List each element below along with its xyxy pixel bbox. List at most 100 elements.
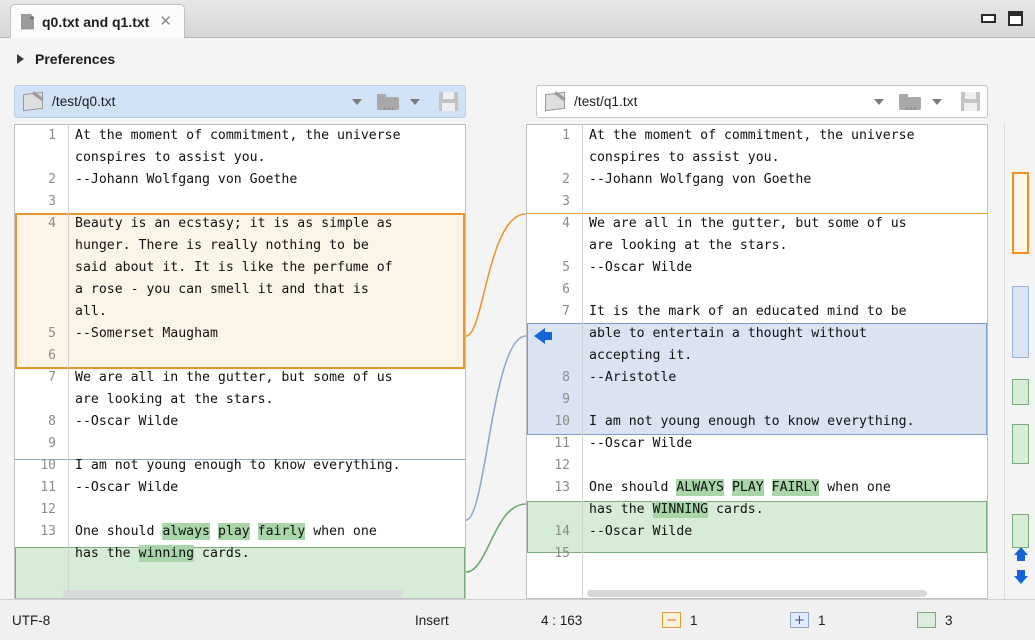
code-line[interactable]: 2 --Johann Wolfgang von Goethe — [527, 169, 987, 191]
chevron-down-icon[interactable] — [352, 98, 362, 105]
code-line[interactable]: 15 — [527, 543, 987, 565]
folder-icon[interactable]: ••• — [377, 93, 399, 114]
code-line[interactable]: are looking at the stars. — [15, 389, 465, 411]
code-line[interactable]: 12 — [15, 499, 465, 521]
overview-marker-green[interactable] — [1012, 514, 1029, 548]
right-horizontal-scrollbar[interactable] — [587, 590, 927, 597]
chevron-down-icon[interactable] — [932, 98, 942, 105]
chevron-right-icon[interactable] — [17, 53, 24, 64]
left-path-bar[interactable]: /test/q0.txt ••• — [14, 85, 466, 118]
overview-ruler[interactable] — [1004, 124, 1035, 599]
code-line[interactable]: 6 — [527, 279, 987, 301]
line-text: At the moment of commitment, the univers… — [589, 128, 915, 143]
code-line[interactable]: 11 --Oscar Wilde — [15, 477, 465, 499]
code-line[interactable]: conspires to assist you. — [527, 147, 987, 169]
code-line[interactable]: 1 At the moment of commitment, the univer… — [527, 125, 987, 147]
overview-marker-blue[interactable] — [1012, 286, 1029, 358]
line-number: 3 — [562, 194, 570, 209]
line-text: --Aristotle — [589, 370, 677, 385]
code-line[interactable]: 5 --Oscar Wilde — [527, 257, 987, 279]
compare-editor-window: q0.txt and q1.txt ✕ Preferences /test/q0… — [0, 0, 1035, 640]
code-line[interactable]: 13 One should ALWAYS PLAY FAIRLY when one — [527, 477, 987, 499]
code-line[interactable]: 3 — [527, 191, 987, 213]
arrow-up-icon[interactable] — [1014, 547, 1028, 561]
right-code-area[interactable]: 1 At the moment of commitment, the univer… — [527, 125, 987, 565]
left-code-area[interactable]: 1 At the moment of commitment, the univer… — [15, 125, 465, 565]
code-line[interactable]: are looking at the stars. — [527, 235, 987, 257]
modified-count: 3 — [945, 612, 953, 628]
save-icon[interactable] — [961, 92, 980, 111]
diff-count-changed[interactable]: − 1 — [662, 612, 698, 628]
code-line[interactable]: hunger. There is really nothing to be — [15, 235, 465, 257]
code-line[interactable]: 7 It is the mark of an educated mind to b… — [527, 301, 987, 323]
code-line[interactable]: 7 We are all in the gutter, but some of u… — [15, 367, 465, 389]
connector-blue — [465, 335, 527, 521]
chevron-down-icon[interactable] — [410, 98, 420, 105]
preferences-label: Preferences — [35, 50, 116, 67]
code-line[interactable]: 11 --Oscar Wilde — [527, 433, 987, 455]
diff-count-modified[interactable]: 3 — [917, 612, 953, 628]
status-badge-changed: − — [662, 612, 681, 628]
code-line[interactable]: 9 — [15, 433, 465, 455]
code-line[interactable]: has the winning cards. — [15, 543, 465, 565]
code-line[interactable]: 8 --Aristotle — [527, 367, 987, 389]
code-line[interactable]: said about it. It is like the perfume of — [15, 257, 465, 279]
close-icon[interactable]: ✕ — [157, 14, 174, 29]
code-line[interactable]: 9 — [527, 389, 987, 411]
word-diff-highlight: always — [162, 523, 210, 540]
overview-marker-green[interactable] — [1012, 379, 1029, 405]
arrow-down-icon[interactable] — [1014, 570, 1028, 584]
code-line[interactable]: 13 One should always play fairly when one — [15, 521, 465, 543]
minimize-icon[interactable] — [981, 14, 996, 23]
encoding-label: UTF-8 — [12, 612, 51, 628]
plus-icon: + — [794, 612, 805, 628]
line-text: hunger. There is really nothing to be — [75, 238, 369, 253]
left-editor[interactable]: 1 At the moment of commitment, the univer… — [14, 124, 466, 599]
arrow-left-icon[interactable] — [534, 328, 552, 344]
minus-icon: − — [666, 612, 677, 628]
code-line[interactable]: 1 At the moment of commitment, the univer… — [15, 125, 465, 147]
code-line[interactable]: 8 --Oscar Wilde — [15, 411, 465, 433]
chevron-down-icon[interactable] — [874, 98, 884, 105]
code-line[interactable]: 12 — [527, 455, 987, 477]
code-line[interactable]: 3 — [15, 191, 465, 213]
code-line[interactable]: 2 --Johann Wolfgang von Goethe — [15, 169, 465, 191]
code-line[interactable]: 14 --Oscar Wilde — [527, 521, 987, 543]
line-number: 5 — [562, 260, 570, 275]
code-line[interactable]: able to entertain a thought without — [527, 323, 987, 345]
title-bar: q0.txt and q1.txt ✕ — [0, 0, 1035, 38]
code-line[interactable]: conspires to assist you. — [15, 147, 465, 169]
line-text: At the moment of commitment, the univers… — [75, 128, 401, 143]
line-number: 8 — [48, 414, 56, 429]
code-line[interactable]: 4 Beauty is an ecstasy; it is as simple a… — [15, 213, 465, 235]
file-edit-icon — [23, 91, 43, 112]
maximize-icon[interactable] — [1008, 11, 1023, 26]
changed-count: 1 — [690, 612, 698, 628]
code-line[interactable]: 4 We are all in the gutter, but some of u… — [527, 213, 987, 235]
code-line[interactable]: 6 — [15, 345, 465, 367]
right-path-bar[interactable]: /test/q1.txt ••• — [536, 85, 988, 118]
right-editor[interactable]: 1 At the moment of commitment, the univer… — [526, 124, 988, 599]
overview-marker-orange[interactable] — [1012, 172, 1029, 254]
line-text: One should ALWAYS PLAY FAIRLY when one — [589, 477, 891, 499]
code-line[interactable]: accepting it. — [527, 345, 987, 367]
line-text: Beauty is an ecstasy; it is as simple as — [75, 216, 393, 231]
left-horizontal-scrollbar[interactable] — [63, 590, 403, 597]
editor-tab[interactable]: q0.txt and q1.txt ✕ — [10, 4, 185, 38]
save-icon[interactable] — [439, 92, 458, 111]
code-line[interactable]: 10 I am not young enough to know everythi… — [527, 411, 987, 433]
diff-count-added[interactable]: + 1 — [790, 612, 826, 628]
code-line[interactable]: 5 --Somerset Maugham — [15, 323, 465, 345]
code-line[interactable]: all. — [15, 301, 465, 323]
line-number: 7 — [562, 304, 570, 319]
line-number: 11 — [554, 436, 570, 451]
code-line[interactable]: a rose - you can smell it and that is — [15, 279, 465, 301]
code-line[interactable]: has the WINNING cards. — [527, 499, 987, 521]
code-line[interactable]: 10 I am not young enough to know everythi… — [15, 455, 465, 477]
status-badge-added: + — [790, 612, 809, 628]
overview-marker-green[interactable] — [1012, 424, 1029, 464]
line-number: 9 — [48, 436, 56, 451]
folder-icon[interactable]: ••• — [899, 93, 921, 114]
preferences-section[interactable]: Preferences — [0, 38, 1035, 79]
line-number: 9 — [562, 392, 570, 407]
